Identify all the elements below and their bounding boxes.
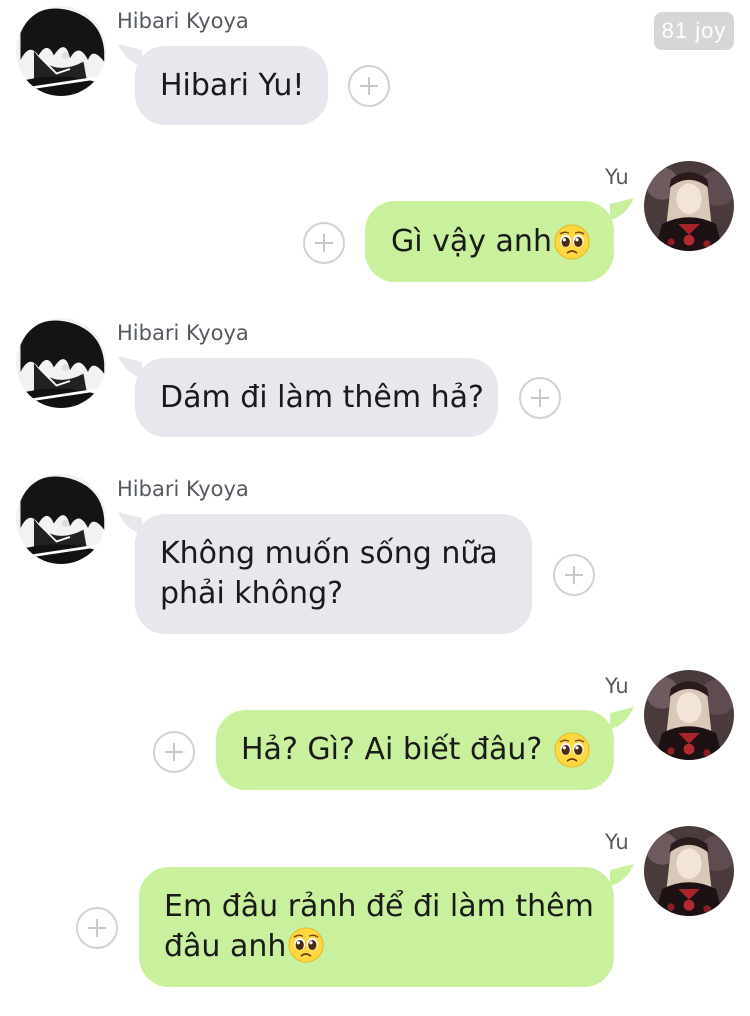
message-text: Dám đi làm thêm hả?: [160, 379, 484, 415]
watermark-badge: 81 joy: [654, 12, 734, 50]
add-reaction-icon[interactable]: [76, 907, 118, 949]
hibari-avatar[interactable]: [16, 6, 106, 96]
bubble-tail: [610, 198, 634, 220]
message-text: Hibari Yu!: [160, 67, 305, 103]
message-bubble-outgoing[interactable]: Hả? Gì? Ai biết đâu?: [216, 710, 614, 790]
add-reaction-icon[interactable]: [303, 222, 345, 264]
add-reaction-icon[interactable]: [519, 377, 561, 419]
hibari-avatar[interactable]: [16, 318, 106, 408]
message-text: Gì vậy anh: [391, 223, 552, 259]
message-bubble-outgoing[interactable]: Em đâu rảnh để đi làm thêm đâu anh: [139, 867, 614, 987]
message-bubble-incoming[interactable]: Hibari Yu!: [135, 46, 328, 125]
add-reaction-icon[interactable]: [553, 554, 595, 596]
message-text-line: Không muốn sống nữa: [160, 536, 498, 571]
message-text-line-wrap: đâu anh: [164, 927, 324, 967]
message-bubble-outgoing[interactable]: Gì vậy anh: [365, 201, 614, 282]
sender-name: Hibari Kyoya: [117, 321, 249, 345]
message-text-line: phải không?: [160, 576, 344, 611]
message-text-line: Em đâu rảnh để đi làm thêm: [164, 889, 594, 924]
sender-name: Yu: [605, 165, 629, 189]
bubble-tail: [610, 707, 634, 729]
pleading-face-emoji-icon: [554, 224, 590, 260]
pleading-face-emoji-icon: [554, 732, 590, 768]
bubble-tail: [610, 864, 634, 886]
yu-avatar[interactable]: [644, 161, 734, 251]
sender-name: Hibari Kyoya: [117, 9, 249, 33]
pleading-face-emoji-icon: [288, 927, 324, 963]
sender-name: Hibari Kyoya: [117, 477, 249, 501]
message-text-line: đâu anh: [164, 929, 287, 964]
hibari-avatar[interactable]: [16, 474, 106, 564]
sender-name: Yu: [605, 830, 629, 854]
message-text: Hả? Gì? Ai biết đâu?: [241, 732, 543, 767]
add-reaction-icon[interactable]: [153, 731, 195, 773]
yu-avatar[interactable]: [644, 670, 734, 760]
add-reaction-icon[interactable]: [348, 65, 390, 107]
message-bubble-incoming[interactable]: Dám đi làm thêm hả?: [135, 358, 498, 437]
sender-name: Yu: [605, 674, 629, 698]
message-bubble-incoming[interactable]: Không muốn sống nữa phải không?: [135, 514, 532, 634]
yu-avatar[interactable]: [644, 826, 734, 916]
